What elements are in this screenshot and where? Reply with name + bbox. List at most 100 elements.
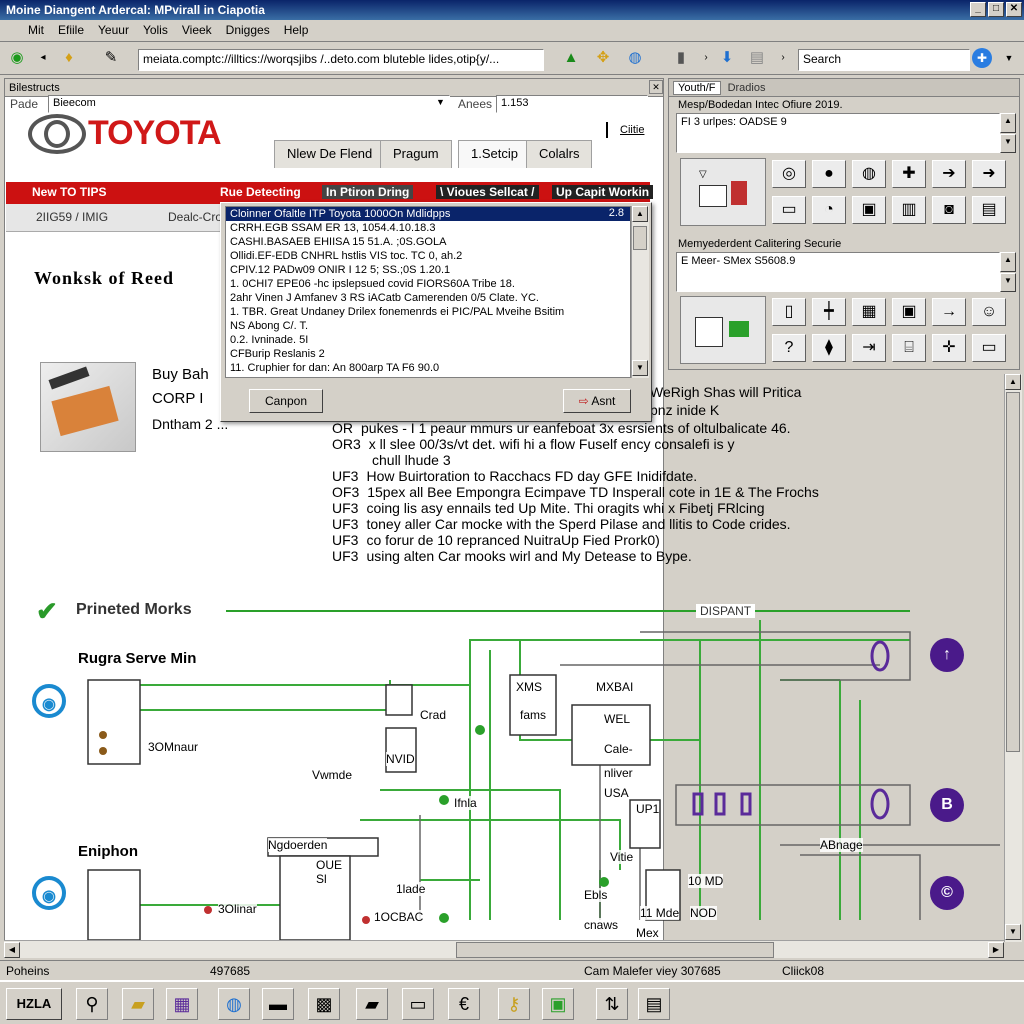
arrow-icon[interactable]: → [932, 298, 966, 326]
right-field-1-down-icon[interactable]: ▼ [1000, 134, 1016, 153]
globe-icon[interactable]: ◍ [852, 160, 886, 188]
book-icon[interactable]: ▮ [670, 47, 692, 69]
anees-field[interactable]: 1.153 [496, 95, 648, 113]
grid-app-icon[interactable]: ▦ [166, 988, 198, 1020]
right-field-2-down-icon[interactable]: ▼ [1000, 273, 1016, 292]
scroll-thumb[interactable] [633, 226, 647, 250]
tab-dradios[interactable]: Dradios [724, 82, 766, 94]
move-icon[interactable]: ✥ [592, 47, 614, 69]
dialog-list-item[interactable]: 1. 0CHI7 EPE06 -hc ipslepsued covid FIOR… [226, 277, 630, 291]
page-icon[interactable]: ▯ [772, 298, 806, 326]
panel-icon[interactable]: ▤ [972, 196, 1006, 224]
globe-icon[interactable]: ◍ [624, 47, 646, 69]
chart-icon[interactable]: ▣ [542, 988, 574, 1020]
dialog-list-item[interactable]: Ollidi.EF-EDB CNHRL hstlis VIS toc. TC 0… [226, 249, 630, 263]
ok-button[interactable]: ⇨ Asnt [563, 389, 631, 413]
display-icon[interactable]: ▭ [402, 988, 434, 1020]
tab-youth[interactable]: Youth/F [673, 81, 721, 95]
plus-icon[interactable]: ✚ [892, 160, 926, 188]
nav-capit[interactable]: Up Capit Workin [552, 185, 654, 199]
cancel-button[interactable]: Canpon [249, 389, 323, 413]
main-scroll-up-icon[interactable]: ▲ [1005, 374, 1021, 390]
cabinet-icon[interactable]: ⌸ [892, 334, 926, 362]
nav-detecting[interactable]: Rue Detecting [220, 185, 301, 199]
minimize-button[interactable]: _ [970, 2, 986, 17]
chevron-right-icon-2[interactable]: › [772, 47, 794, 69]
browser-icon[interactable]: ◍ [218, 988, 250, 1020]
right-field-2[interactable]: E Meer- SMex S5608.9 [676, 252, 1000, 292]
dialog-list-item[interactable]: 11. Cruphier for dan: An 800arp TA F6 90… [226, 361, 630, 375]
diagram-node-left-1-icon[interactable]: ◉ [32, 684, 66, 718]
menu-item-window[interactable]: Vieek [175, 20, 219, 40]
dropdown-icon[interactable]: ◂ [32, 47, 54, 69]
right-field-2-up-icon[interactable]: ▲ [1000, 252, 1016, 272]
menu-item-dnigges[interactable]: Dnigges [219, 20, 277, 40]
window-icon[interactable]: ▭ [772, 196, 806, 224]
diagram-node-c-icon[interactable]: © [930, 876, 964, 910]
menu-item-view[interactable]: Yeuur [91, 20, 136, 40]
chevron-right-icon[interactable]: › [695, 47, 717, 69]
back-icon[interactable]: ◉ [6, 47, 28, 69]
chevron-down-icon[interactable]: ▼ [998, 47, 1020, 69]
scroll-down-icon[interactable]: ▼ [632, 360, 648, 376]
cross-icon[interactable]: ✛ [932, 334, 966, 362]
network-icon[interactable]: ⇅ [596, 988, 628, 1020]
calculator-icon[interactable]: ▩ [308, 988, 340, 1020]
brand-right-link[interactable]: Ciitie [620, 124, 644, 136]
tab-pragum[interactable]: Pragum [380, 140, 452, 168]
nav-vioues[interactable]: \ Vioues Sellcat / [436, 185, 539, 199]
filter-icon[interactable]: ▥ [892, 196, 926, 224]
diagram-node-b-icon[interactable]: B [930, 788, 964, 822]
clipboard-icon[interactable]: ▤ [746, 47, 768, 69]
tab-setcip[interactable]: 1.Setcip [458, 140, 531, 168]
dialog-list[interactable]: Cloinner Ofaltle ITP Toyota 1000On Mdlid… [225, 206, 631, 378]
arrow-right-icon[interactable]: ➔ [932, 160, 966, 188]
menu-item-help[interactable]: Help [277, 20, 316, 40]
dialog-list-item[interactable]: CASHI.BASAEB EHIISA 15 51.A. ;0S.GOLA [226, 235, 630, 249]
h-scroll-right-icon[interactable]: ▶ [988, 942, 1004, 958]
circle-icon[interactable]: ● [812, 160, 846, 188]
dialog-list-item[interactable]: CRRH.EGB SSAM ER 13, 1054.4.10.18.3 [226, 221, 630, 235]
signal-icon[interactable]: ◎ [772, 160, 806, 188]
arrow-forward-icon[interactable]: ➜ [972, 160, 1006, 188]
close-button[interactable]: ✕ [1006, 2, 1022, 17]
dialog-list-item[interactable]: CPIV.12 PADw09 ONIR I 12 5; SS.;0S 1.20.… [226, 263, 630, 277]
box-icon[interactable]: ▭ [972, 334, 1006, 362]
disc-icon[interactable]: ◙ [932, 196, 966, 224]
dialog-list-item[interactable]: 1. TBR. Great Undaney Drilex fonemenrds … [226, 305, 630, 319]
h-scroll-thumb[interactable] [456, 942, 774, 958]
search-icon[interactable]: ⚲ [76, 988, 108, 1020]
crosshair-icon[interactable]: ┿ [812, 298, 846, 326]
panel-close-icon[interactable]: ✕ [649, 80, 663, 94]
main-scroll-thumb[interactable] [1006, 392, 1020, 752]
dialog-list-item[interactable]: 2ahr Vinen J Amfanev 3 RS iACatb Cameren… [226, 291, 630, 305]
search-input[interactable]: Search [798, 49, 970, 71]
h-scroll-left-icon[interactable]: ◀ [4, 942, 20, 958]
document-icon[interactable]: ▤ [638, 988, 670, 1020]
help-icon[interactable]: ? [772, 334, 806, 362]
diagram-node-up-icon[interactable]: ↑ [930, 638, 964, 672]
maximize-button[interactable]: □ [988, 2, 1004, 17]
diagram-node-left-2-icon[interactable]: ◉ [32, 876, 66, 910]
right-field-1-up-icon[interactable]: ▲ [1000, 113, 1016, 133]
pen-icon[interactable]: ✎ [100, 47, 122, 69]
dialog-list-item-selected[interactable]: Cloinner Ofaltle ITP Toyota 1000On Mdlid… [226, 207, 630, 221]
dialog-list-item[interactable]: CFBurip Reslanis 2 [226, 347, 630, 361]
main-horizontal-scrollbar[interactable]: ◀ ▶ [4, 940, 1004, 958]
nav-new-tips[interactable]: New TO TIPS [32, 185, 106, 199]
key-icon[interactable]: ⚷ [498, 988, 530, 1020]
main-vertical-scrollbar[interactable]: ▲ ▼ [1004, 374, 1022, 942]
monitor-icon[interactable]: ▬ [262, 988, 294, 1020]
tab-new-defend[interactable]: Nlew De Flend [274, 140, 386, 168]
dialog-list-item[interactable]: 0.2. Ivninade. 5I [226, 333, 630, 347]
favorites-icon[interactable]: ♦ [58, 47, 80, 69]
dialog-list-item[interactable]: NS Abong C/. T. [226, 319, 630, 333]
chip-icon[interactable]: ▣ [852, 196, 886, 224]
scroll-up-icon[interactable]: ▲ [632, 206, 648, 222]
nav-ptiron[interactable]: In Ptiron Dring [322, 185, 414, 199]
address-input[interactable]: meiata.comptc://illtics://worqsjibs /..d… [138, 49, 544, 71]
right-field-1[interactable]: FI 3 urlpes: OADSE 9 [676, 113, 1000, 153]
tab-colalrs[interactable]: Colalrs [526, 140, 593, 168]
gauge-icon[interactable]: ◔ [812, 196, 846, 224]
menu-item-file[interactable]: Efiile [51, 20, 91, 40]
